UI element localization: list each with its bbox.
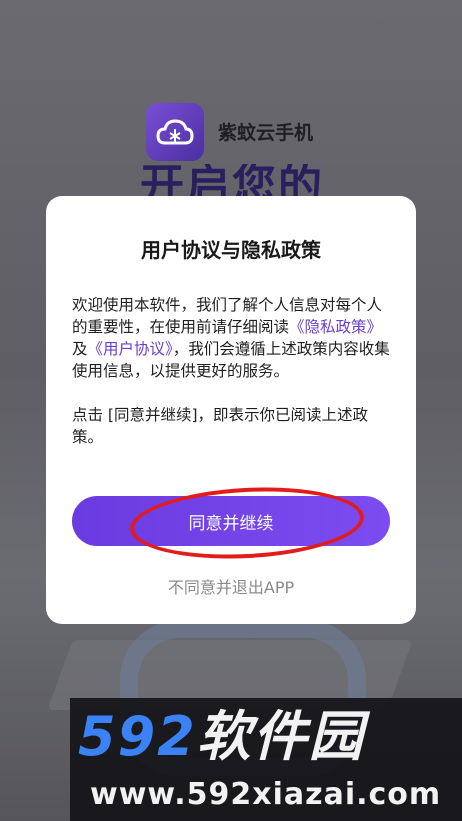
watermark-url: www.592xiazai.com [90,777,442,812]
dialog-paragraph-2: 点击 [同意并继续]，即表示你已阅读上述政策。 [72,406,369,446]
dialog-body: 欢迎使用本软件，我们了解个人信息对每个人的重要性，在使用前请仔细阅读《隐私政策》… [72,294,392,470]
user-agreement-link[interactable]: 《用户协议》 [88,340,173,358]
dialog-paragraph-1: 欢迎使用本软件，我们了解个人信息对每个人的重要性，在使用前请仔细阅读《隐私政策》… [72,294,392,382]
privacy-dialog: 用户协议与隐私政策 欢迎使用本软件，我们了解个人信息对每个人的重要性，在使用前请… [46,196,416,624]
watermark-brand-number: 592 [78,705,197,768]
watermark-banner: 592软件园 www.592xiazai.com [70,698,462,821]
watermark-brand-cn: 软件园 [196,705,365,768]
cloud-phone-icon [146,103,204,161]
watermark-brand: 592软件园 [78,708,365,766]
privacy-policy-link[interactable]: 《隐私政策》 [289,318,382,336]
dialog-title: 用户协议与隐私政策 [141,238,321,262]
conjunction-text: 及 [72,340,88,358]
agree-continue-button[interactable]: 同意并继续 [72,496,390,546]
app-name: 紫蚊云手机 [218,122,314,144]
hero-text: 开启您的 [140,164,324,196]
decline-exit-link[interactable]: 不同意并退出APP [46,574,416,598]
